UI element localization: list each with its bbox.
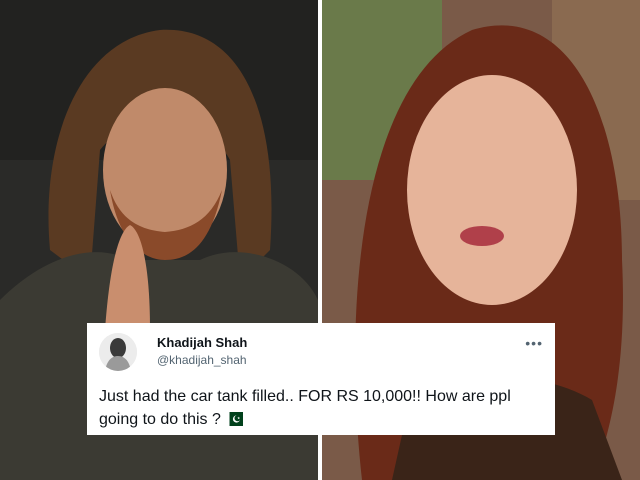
avatar[interactable] bbox=[99, 333, 137, 371]
tweet-card: Khadijah Shah @khadijah_shah ••• Just ha… bbox=[87, 323, 555, 435]
pakistan-flag-icon bbox=[224, 410, 243, 433]
tweet-text: Just had the car tank filled.. FOR RS 10… bbox=[99, 385, 543, 433]
author-name[interactable]: Khadijah Shah bbox=[157, 335, 247, 350]
author-handle[interactable]: @khadijah_shah bbox=[157, 353, 247, 367]
tweet-header: Khadijah Shah @khadijah_shah ••• bbox=[99, 331, 543, 373]
more-options-icon[interactable]: ••• bbox=[525, 335, 543, 351]
tweet-body: Just had the car tank filled.. FOR RS 10… bbox=[99, 388, 511, 428]
